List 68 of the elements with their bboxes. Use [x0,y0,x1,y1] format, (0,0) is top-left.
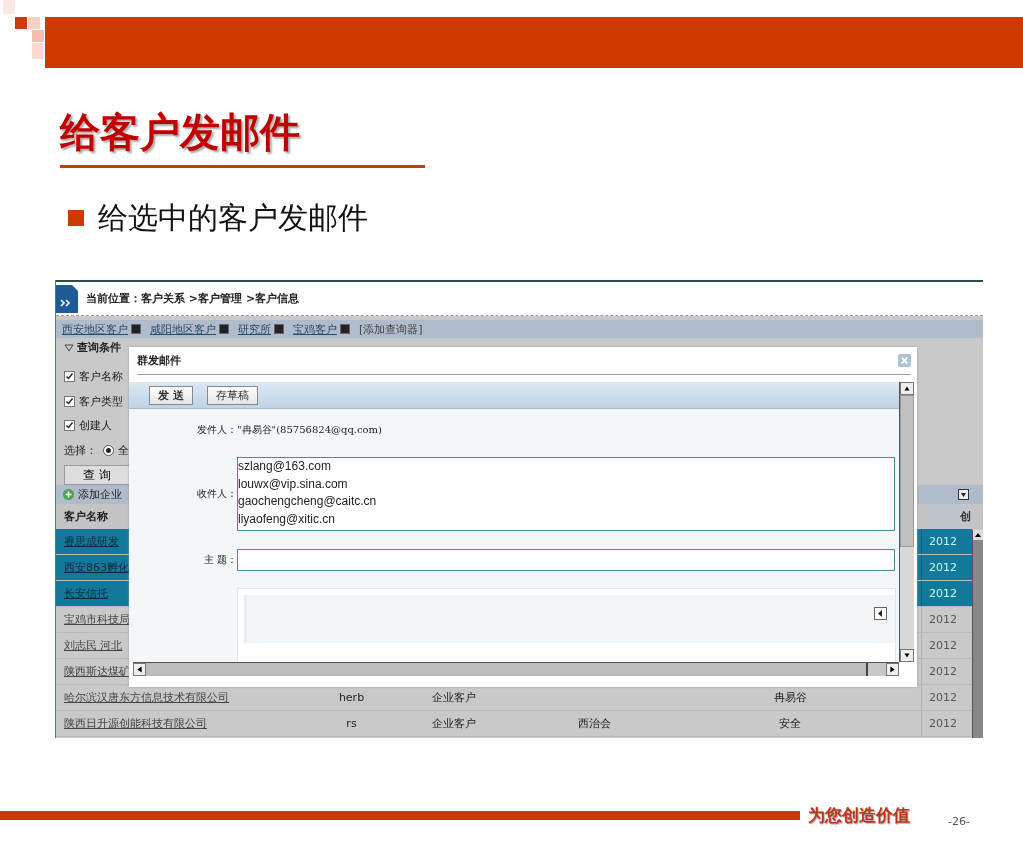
query-tab[interactable]: 西安地区客户 [62,321,128,337]
table-cell: 西治会 [577,717,611,730]
customer-name-link[interactable]: 哈尔滨汉唐东方信息技术有限公司 [56,690,324,705]
table-row[interactable]: 陕西日升源创能科技有限公司 rs 企业客户 西治会 安全 2012 [56,711,972,737]
add-link[interactable]: 添加企业 [78,487,122,502]
table-cell: 企业客户 [432,717,476,730]
table-cell: 冉易谷 [773,691,807,704]
table-cell: 2012 [929,561,957,574]
field-label: 发件人： [196,423,237,437]
email-address: szlang@163.com [238,458,332,475]
condition-label: 客户类型 [79,393,123,409]
query-tab[interactable]: 咸阳地区客户 [150,321,216,337]
dropdown-icon[interactable] [340,324,350,334]
slogan: 为您创造价值 [808,803,910,827]
up-arrow-icon[interactable] [973,530,983,540]
slide-title: 给客户发邮件 [60,108,301,157]
table-cell: rs [346,717,357,730]
breadcrumb: 当前位置：客户关系 >客户管理 >客户信息 [86,291,300,306]
radio-button[interactable] [103,445,114,457]
table-cell: 2012 [929,665,957,678]
scrollbar[interactable] [972,530,983,738]
checkbox[interactable] [64,395,75,407]
table-cell: herb [338,691,365,704]
recipients-field[interactable]: szlang@163.com louwx@vip.sina.com gaochengcheng@caitc.cn liyaofeng@xitic.cn [237,457,895,531]
select-label: 选择： [64,443,97,459]
checkbox[interactable] [64,420,75,432]
email-address: liyaofeng@xitic.cn [238,510,336,528]
query-tab[interactable]: 研究所 [238,321,271,337]
download-icon[interactable] [958,489,969,500]
toolbar-button[interactable]: 存草稿 [206,385,258,405]
arrow-button[interactable] [874,607,887,620]
bullet-marker-icon [68,210,84,226]
table-cell: 2012 [929,587,957,600]
dropdown-icon[interactable] [131,324,141,334]
table-cell: 2012 [929,717,957,730]
customer-name-link[interactable]: 陕西日升源创能科技有限公司 [56,716,324,731]
table-cell: 2012 [929,535,957,548]
query-tab[interactable]: [添加查询器] [359,321,423,337]
left-arrow-icon [878,610,883,617]
email-address: gaochengcheng@caitc.cn [238,493,378,510]
table-row[interactable]: 哈尔滨汉唐东方信息技术有限公司 herb 企业客户 冉易谷 2012 [56,685,972,711]
scrollbar[interactable] [899,382,914,662]
subject-field[interactable] [237,549,895,571]
table-cell: 企业客户 [432,691,476,704]
checkbox[interactable] [64,370,75,382]
field-label: 收件人： [196,487,237,501]
add-icon[interactable] [63,489,74,500]
table-cell: 2012 [929,613,957,626]
dialog-title: 群发邮件 [137,353,181,368]
table-cell: 2012 [929,691,957,704]
toolbar-button[interactable]: 发 送 [149,385,193,405]
scrollbar[interactable] [133,662,899,676]
column-header[interactable]: 创 [929,504,971,529]
table-cell: 2012 [929,639,957,652]
email-address: louwx@vip.sina.com [238,475,349,493]
dropdown-icon[interactable] [274,324,284,334]
query-tab[interactable]: 宝鸡客户 [293,321,337,337]
condition-label: 客户名称 [79,368,123,384]
page-number: -26- [948,814,970,828]
dropdown-icon[interactable] [219,324,229,334]
radio-label: 全 [118,443,129,459]
panel-title: 查询条件 [77,340,121,356]
table-cell: 安全 [779,717,801,730]
field-label: 主 题： [202,553,237,567]
collapse-triangle-icon[interactable] [64,343,74,352]
bullet-text: 给选中的客户发邮件 [98,199,368,237]
sender-value: "冉易谷"(85756824@qq.com) [237,423,382,437]
condition-label: 创建人 [79,418,112,434]
